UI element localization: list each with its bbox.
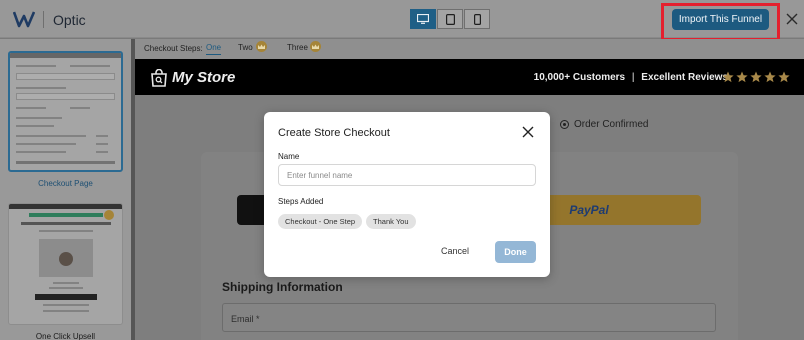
modal-title: Create Store Checkout — [278, 127, 390, 139]
order-confirmed-step: Order Confirmed — [560, 119, 648, 130]
star-icon — [722, 71, 734, 83]
desktop-icon — [417, 14, 429, 24]
done-button[interactable]: Done — [495, 241, 536, 263]
store-name: My Store — [172, 69, 236, 86]
email-field[interactable]: Email * — [222, 303, 716, 332]
thumbnail-checkout-page[interactable] — [8, 51, 123, 172]
step-circle-icon — [560, 120, 569, 129]
import-funnel-button[interactable]: Import This Funnel — [672, 9, 769, 30]
close-icon[interactable] — [785, 12, 799, 26]
app-name: Optic — [53, 12, 86, 28]
star-icon — [764, 71, 776, 83]
cancel-button[interactable]: Cancel — [441, 246, 469, 256]
thumbnail-one-click-upsell[interactable] — [8, 203, 123, 325]
customers-text: 10,000+ Customers — [533, 72, 626, 83]
step-tab-three[interactable]: Three — [287, 43, 308, 52]
steps-sidebar: Checkout Page One Click Upsell — [0, 39, 131, 340]
mobile-icon — [473, 13, 481, 25]
name-label: Name — [278, 152, 300, 161]
top-bar: Optic Import This Funnel — [0, 0, 804, 41]
steps-added-label: Steps Added — [278, 197, 324, 206]
brand-divider — [43, 11, 44, 28]
desktop-view-button[interactable] — [410, 9, 436, 29]
reviews-text: Excellent Reviews — [641, 72, 728, 83]
star-icon — [750, 71, 762, 83]
order-confirmed-label: Order Confirmed — [574, 119, 649, 130]
device-switcher — [410, 9, 491, 29]
crown-icon — [256, 41, 267, 52]
trust-separator: | — [631, 72, 635, 83]
checkout-steps-bar: Checkout Steps: One Two Three — [135, 39, 804, 59]
step-chip: Checkout - One Step — [278, 214, 363, 229]
mobile-view-button[interactable] — [464, 9, 490, 29]
shipping-title: Shipping Information — [222, 280, 343, 294]
funnel-name-input[interactable] — [278, 164, 536, 186]
thumbnail-label: One Click Upsell — [35, 332, 96, 340]
review-stars — [720, 71, 790, 83]
star-icon — [778, 71, 790, 83]
optic-logo-icon — [13, 11, 35, 28]
steps-added-list: Checkout - One Step Thank You — [278, 214, 420, 229]
tablet-icon — [445, 13, 455, 25]
store-header: My Store 10,000+ Customers | Excellent R… — [135, 59, 804, 95]
shopping-bag-icon — [151, 69, 167, 87]
steps-label: Checkout Steps: — [144, 44, 203, 53]
step-chip: Thank You — [366, 214, 416, 229]
close-icon[interactable] — [522, 126, 534, 138]
crown-icon — [310, 41, 321, 52]
store-trust-text: 10,000+ Customers | Excellent Reviews — [534, 72, 728, 83]
step-tab-one[interactable]: One — [206, 43, 222, 55]
star-icon — [736, 71, 748, 83]
step-tab-two[interactable]: Two — [238, 43, 253, 52]
thumbnail-label: Checkout Page — [38, 179, 93, 188]
create-checkout-modal: Create Store Checkout Name Steps Added C… — [264, 112, 550, 277]
tablet-view-button[interactable] — [437, 9, 463, 29]
